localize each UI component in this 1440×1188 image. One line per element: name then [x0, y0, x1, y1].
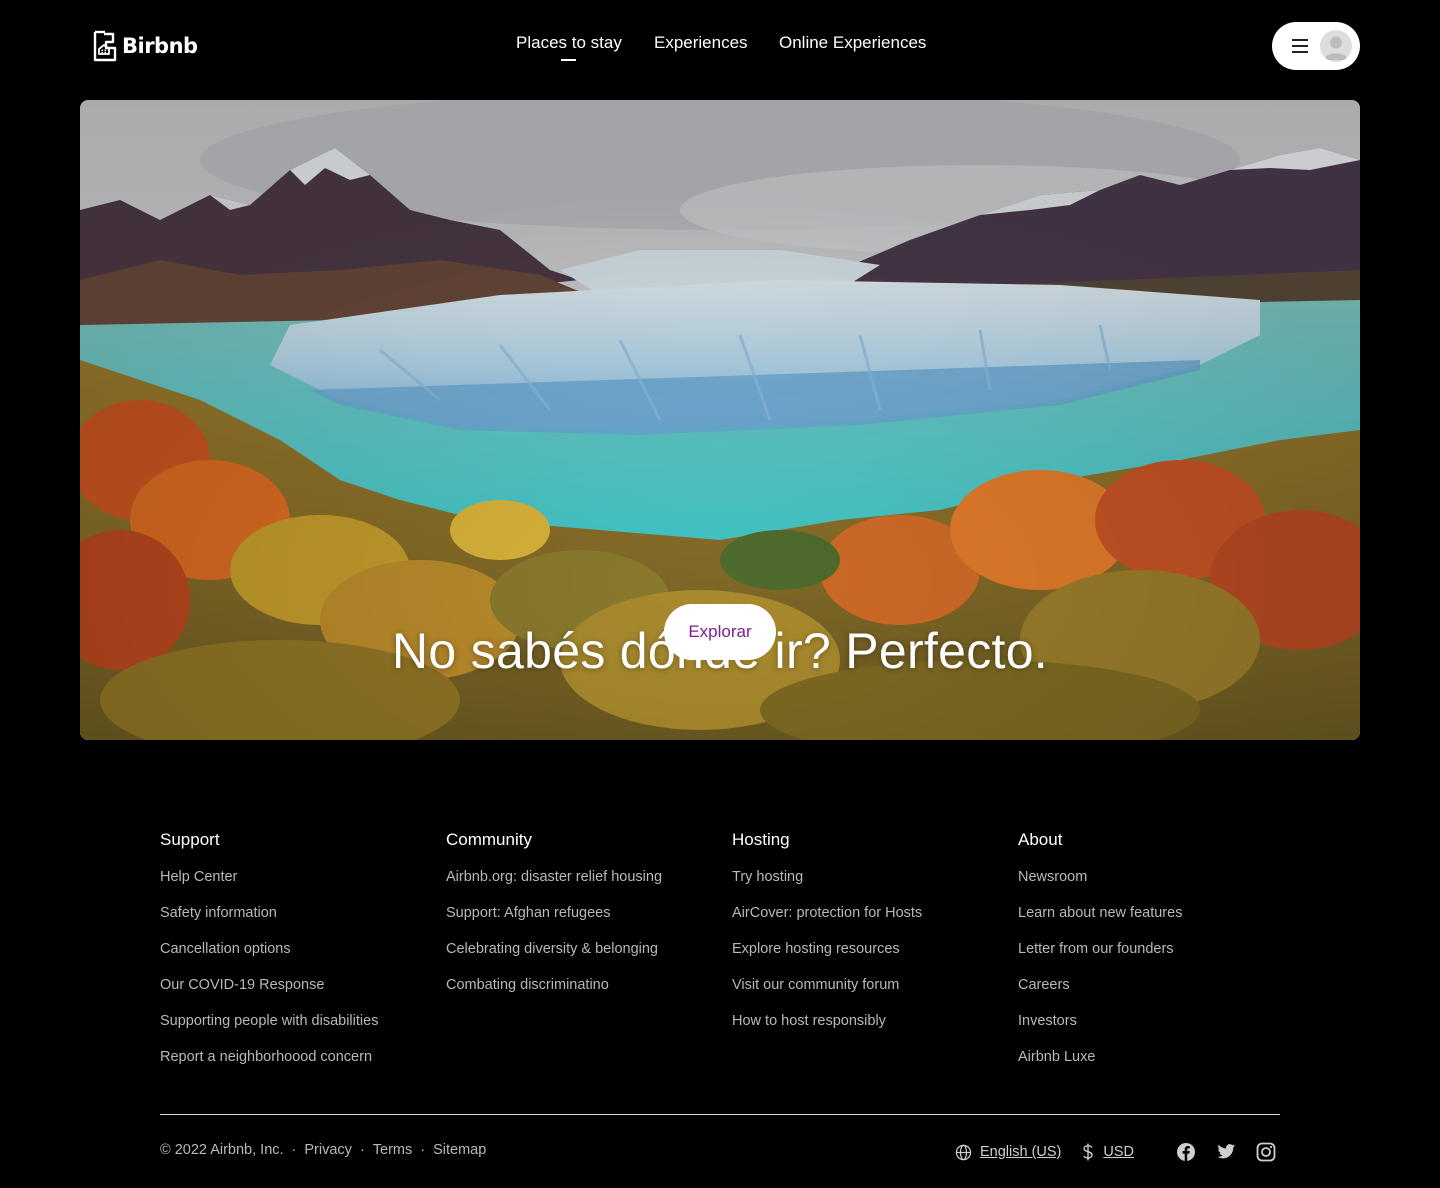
- hamburger-icon: [1292, 39, 1308, 53]
- nav-experiences[interactable]: Experiences: [654, 33, 779, 59]
- footer-link[interactable]: Supporting people with disabilities: [160, 1012, 446, 1030]
- nav-label: Online Experiences: [779, 33, 927, 52]
- footer-link[interactable]: Cancellation options: [160, 940, 446, 958]
- footer-link[interactable]: Report a neighborhoood concern: [160, 1048, 446, 1066]
- nav-label: Places to stay: [516, 33, 622, 52]
- footer-column-title: Community: [446, 830, 532, 849]
- twitter-icon[interactable]: [1216, 1143, 1236, 1161]
- footer-link[interactable]: Try hosting: [732, 868, 1018, 886]
- footer-link[interactable]: Our COVID-19 Response: [160, 976, 446, 994]
- footer-column-community: Community Airbnb.org: disaster relief ho…: [446, 830, 732, 1012]
- user-avatar-icon: [1320, 30, 1352, 62]
- footer-link[interactable]: AirCover: protection for Hosts: [732, 904, 1018, 922]
- copyright-text: © 2022 Airbnb, Inc.: [160, 1142, 284, 1158]
- site-header: Birbnb Places to stay Experiences Online…: [0, 0, 1440, 100]
- footer-link[interactable]: Support: Afghan refugees: [446, 904, 732, 922]
- footer-link[interactable]: How to host responsibly: [732, 1012, 1018, 1030]
- separator-dot: ·: [420, 1142, 426, 1158]
- footer-column-title: About: [1018, 830, 1063, 849]
- footer-column-hosting: Hosting Try hosting AirCover: protection…: [732, 830, 1018, 1048]
- nav-online-experiences[interactable]: Online Experiences: [779, 33, 939, 59]
- separator-dot: ·: [291, 1142, 297, 1158]
- footer-link[interactable]: Combating discriminatino: [446, 976, 732, 994]
- footer-link[interactable]: Celebrating diversity & belonging: [446, 940, 732, 958]
- footer-link[interactable]: Airbnb.org: disaster relief housing: [446, 868, 732, 886]
- footer-link[interactable]: Letter from our founders: [1018, 940, 1304, 958]
- explore-button[interactable]: Explorar: [664, 604, 776, 660]
- currency-selector[interactable]: USD: [1081, 1143, 1134, 1161]
- footer-link[interactable]: Learn about new features: [1018, 904, 1304, 922]
- sitemap-link[interactable]: Sitemap: [433, 1142, 486, 1158]
- active-indicator: [561, 59, 576, 61]
- footer-column-about: About Newsroom Learn about new features …: [1018, 830, 1304, 1084]
- footer-link[interactable]: Safety information: [160, 904, 446, 922]
- language-selector[interactable]: English (US): [955, 1144, 1061, 1161]
- birbnb-logo-icon: [93, 30, 117, 62]
- social-links: [1176, 1142, 1276, 1162]
- main-nav: Places to stay Experiences Online Experi…: [516, 33, 939, 61]
- language-label: English (US): [980, 1144, 1062, 1160]
- hero-banner: No sabés dónde ir? Perfecto. Explorar: [80, 100, 1360, 740]
- footer-columns: Support Help Center Safety information C…: [160, 830, 1280, 1080]
- footer-settings: English (US) USD: [955, 1140, 1276, 1164]
- currency-label: USD: [1103, 1144, 1135, 1160]
- footer-column-support: Support Help Center Safety information C…: [160, 830, 446, 1084]
- footer-link[interactable]: Visit our community forum: [732, 976, 1018, 994]
- footer-link[interactable]: Explore hosting resources: [732, 940, 1018, 958]
- footer-link[interactable]: Newsroom: [1018, 868, 1304, 886]
- facebook-icon[interactable]: [1176, 1142, 1196, 1162]
- globe-icon: [955, 1144, 972, 1160]
- footer-column-title: Support: [160, 830, 220, 849]
- footer-column-title: Hosting: [732, 830, 790, 849]
- dollar-icon: [1083, 1143, 1094, 1161]
- nav-places-to-stay[interactable]: Places to stay: [516, 33, 654, 61]
- footer-link[interactable]: Investors: [1018, 1012, 1304, 1030]
- footer-legal: © 2022 Airbnb, Inc. · Privacy · Terms · …: [160, 1142, 486, 1158]
- terms-link[interactable]: Terms: [373, 1142, 412, 1158]
- user-menu-button[interactable]: [1272, 22, 1360, 70]
- footer-divider: [160, 1114, 1280, 1115]
- instagram-icon[interactable]: [1256, 1142, 1276, 1162]
- footer-link[interactable]: Help Center: [160, 868, 446, 886]
- privacy-link[interactable]: Privacy: [304, 1142, 352, 1158]
- separator-dot: ·: [359, 1142, 365, 1158]
- brand-logo[interactable]: Birbnb: [92, 30, 198, 62]
- footer-link[interactable]: Airbnb Luxe: [1018, 1048, 1304, 1066]
- nav-label: Experiences: [654, 33, 748, 52]
- footer-link[interactable]: Careers: [1018, 976, 1304, 994]
- brand-name: Birbnb: [122, 34, 198, 58]
